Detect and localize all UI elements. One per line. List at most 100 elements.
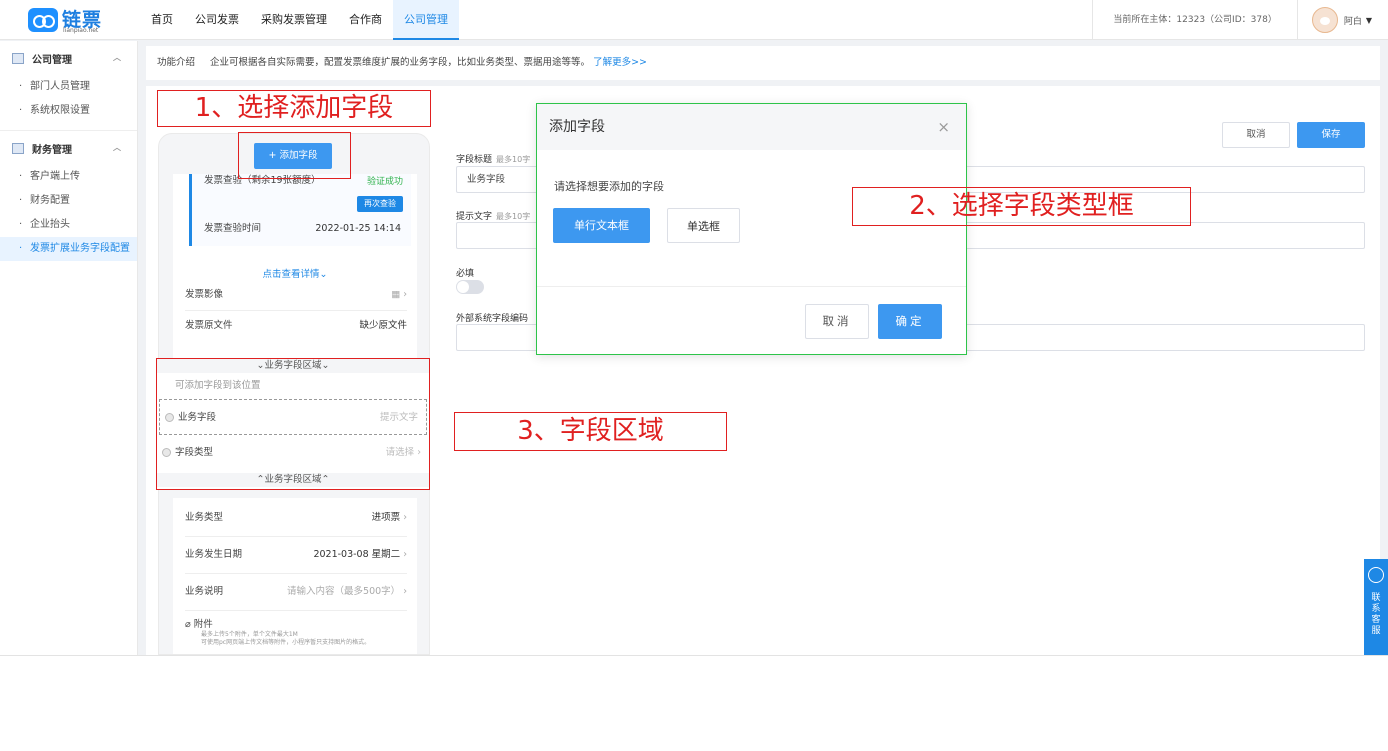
- verify-time-label: 发票查验时间: [204, 223, 262, 234]
- logo-icon: [28, 8, 58, 32]
- service-char: 系: [1371, 604, 1381, 614]
- calculator-icon: [12, 142, 24, 154]
- invoice-image-label: 发票影像: [185, 289, 224, 300]
- nav-home[interactable]: 首页: [140, 0, 184, 40]
- sidebar-item-label: 系统权限设置: [30, 105, 90, 116]
- verify-time-row: 发票查验时间 2022-01-25 14:14: [204, 214, 401, 244]
- sidebar: 公司管理 ︿ 部门人员管理 系统权限设置 财务管理 ︿ 客户端上传 财务配置 企…: [0, 41, 138, 655]
- chevron-right-icon: ›: [400, 549, 407, 560]
- hint-text-label-text: 提示文字: [456, 212, 493, 222]
- divider: [185, 610, 407, 611]
- service-char: 联: [1371, 593, 1381, 603]
- business-type-value: 进项票: [371, 512, 401, 523]
- sidebar-item-finance-config[interactable]: 财务配置: [0, 189, 137, 213]
- sidebar-group-label: 公司管理: [32, 54, 72, 66]
- user-name: 阿白: [1343, 16, 1362, 27]
- view-details-link[interactable]: 点击查看详情⌄: [173, 266, 417, 280]
- verify-status: 验证成功: [366, 177, 403, 187]
- sidebar-item-department[interactable]: 部门人员管理: [0, 75, 137, 99]
- sidebar-item-extension-fields[interactable]: 发票扩展业务字段配置: [0, 237, 137, 261]
- business-card: 业务类型 进项票 › 业务发生日期 2021-03-08 星期二 › 业务说明 …: [173, 498, 417, 654]
- business-type-label: 业务类型: [185, 512, 224, 523]
- nav-company-invoice[interactable]: 公司发票: [184, 0, 250, 40]
- nav-purchase-invoice[interactable]: 采购发票管理: [250, 0, 338, 40]
- modal-confirm-button[interactable]: 确定: [878, 304, 942, 339]
- annotation-step-2: 2、选择字段类型框: [852, 187, 1191, 226]
- sidebar-item-label: 部门人员管理: [30, 81, 90, 92]
- main-nav: 首页 公司发票 采购发票管理 合作商 公司管理: [140, 0, 459, 40]
- add-field-modal: 添加字段 × 请选择想要添加的字段 单行文本框 单选框 取消 确定: [536, 103, 967, 355]
- chevron-right-icon: ›: [400, 586, 407, 597]
- blank-area: [0, 655, 1388, 751]
- original-file-label: 发票原文件: [185, 320, 233, 331]
- save-button[interactable]: 保存: [1297, 122, 1365, 148]
- close-icon[interactable]: ×: [937, 104, 950, 150]
- field-title-label: 字段标题 最多10字: [456, 152, 530, 165]
- current-entity[interactable]: 当前所在主体：12323（公司ID：378）: [1092, 0, 1298, 40]
- external-code-label: 外部系统字段编码: [456, 314, 529, 324]
- modal-title: 添加字段: [549, 119, 605, 135]
- modal-footer: 取消 确定: [537, 286, 966, 354]
- business-type-row[interactable]: 业务类型 进项票 ›: [185, 500, 407, 536]
- sidebar-item-company-header[interactable]: 企业抬头: [0, 213, 137, 237]
- sidebar-item-label: 发票扩展业务字段配置: [30, 243, 130, 254]
- business-date-value: 2021-03-08 星期二: [313, 549, 401, 560]
- annotation-box-add-field: [238, 132, 351, 179]
- hint-text-label: 提示文字 最多10字: [456, 209, 530, 222]
- sidebar-group-finance[interactable]: 财务管理 ︿: [0, 131, 137, 165]
- required-label: 必填: [456, 269, 475, 279]
- sidebar-group-label: 财务管理: [32, 144, 72, 156]
- nav-partners[interactable]: 合作商: [338, 0, 393, 40]
- chevron-up-icon: ︿: [113, 143, 121, 152]
- caret-down-icon: ▼: [1365, 15, 1372, 25]
- annotation-step-3: 3、字段区域: [454, 412, 727, 451]
- service-char: 客: [1371, 615, 1381, 625]
- contact-service-widget[interactable]: 联 系 客 服: [1364, 559, 1388, 655]
- chevron-right-icon: ›: [400, 512, 407, 523]
- cancel-button[interactable]: 取消: [1222, 122, 1290, 148]
- intro-label: 功能介绍: [157, 57, 196, 68]
- verify-box: 发票查验（剩余19张额度） 验证成功 再次查验 发票查验时间 2022-01-2…: [189, 174, 411, 246]
- required-toggle[interactable]: [456, 280, 484, 294]
- learn-more-link[interactable]: 了解更多>>: [593, 57, 647, 68]
- sidebar-item-label: 客户端上传: [30, 171, 80, 182]
- hint-text-limit: 最多10字: [496, 212, 531, 221]
- option-radio[interactable]: 单选框: [667, 208, 740, 243]
- original-file-value: 缺少原文件: [359, 320, 407, 331]
- intro-text: 企业可根据各自实际需要，配置发票维度扩展的业务字段，比如业务类型、票据用途等等。: [210, 57, 591, 68]
- attachment-note-line: 最多上传5个附件，单个文件最大1M: [201, 631, 298, 638]
- service-char: 服: [1371, 626, 1381, 636]
- chevron-up-icon: ︿: [113, 53, 121, 62]
- business-date-row[interactable]: 业务发生日期 2021-03-08 星期二 ›: [185, 537, 407, 573]
- sidebar-group-company[interactable]: 公司管理 ︿: [0, 41, 137, 75]
- top-bar: 链票 lianpiao.net 首页 公司发票 采购发票管理 合作商 公司管理 …: [0, 0, 1388, 40]
- paperclip-icon: ⌀: [185, 619, 194, 630]
- annotation-step-1: 1、选择添加字段: [157, 90, 431, 127]
- logo-subtext: lianpiao.net: [63, 27, 99, 34]
- sidebar-item-client-upload[interactable]: 客户端上传: [0, 165, 137, 189]
- chat-icon: [1368, 567, 1384, 583]
- modal-question: 请选择想要添加的字段: [554, 180, 664, 193]
- user-menu[interactable]: 阿白 ▼: [1298, 7, 1388, 33]
- business-desc-placeholder: 请输入内容（最多500字）: [287, 586, 401, 597]
- invoice-image-row[interactable]: 发票影像 ▦ ›: [185, 280, 407, 310]
- recheck-button[interactable]: 再次查验: [357, 196, 403, 212]
- sidebar-item-permissions[interactable]: 系统权限设置: [0, 99, 137, 123]
- feature-intro: 功能介绍 企业可根据各自实际需要，配置发票维度扩展的业务字段，比如业务类型、票据…: [146, 46, 1380, 80]
- business-desc-row[interactable]: 业务说明 请输入内容（最多500字） ›: [185, 574, 407, 610]
- attachment-row[interactable]: ⌀ 附件: [185, 616, 213, 630]
- business-desc-label: 业务说明: [185, 586, 224, 597]
- header-right: 当前所在主体：12323（公司ID：378） 阿白 ▼: [1092, 0, 1388, 40]
- logo[interactable]: 链票 lianpiao.net: [28, 6, 118, 34]
- verify-time-value: 2022-01-25 14:14: [315, 223, 401, 234]
- field-title-limit: 最多10字: [496, 155, 531, 164]
- annotation-box-field-zone: [156, 358, 430, 490]
- chevron-right-icon: ▦ ›: [391, 289, 407, 300]
- modal-header: 添加字段 ×: [537, 104, 966, 150]
- app-window: 链票 lianpiao.net 首页 公司发票 采购发票管理 合作商 公司管理 …: [0, 0, 1388, 655]
- business-date-label: 业务发生日期: [185, 549, 243, 560]
- modal-cancel-button[interactable]: 取消: [805, 304, 869, 339]
- nav-company-management[interactable]: 公司管理: [393, 0, 459, 40]
- field-title-label-text: 字段标题: [456, 155, 493, 165]
- option-single-line-text[interactable]: 单行文本框: [553, 208, 650, 243]
